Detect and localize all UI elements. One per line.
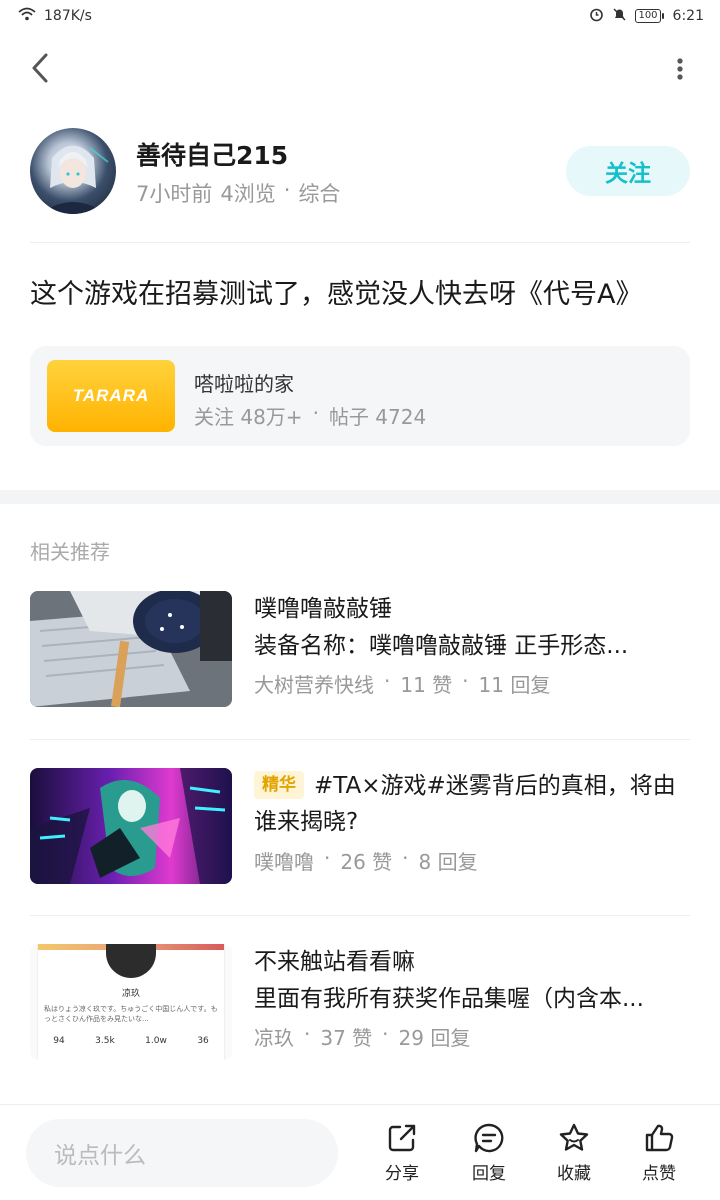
share-label: 分享 [385, 1164, 419, 1184]
status-bar: 187K/s 100 6:21 [0, 0, 720, 32]
meta-separator: · [382, 1022, 389, 1046]
clock: 6:21 [672, 8, 704, 24]
related-item-author: 噗噜噜 [254, 850, 314, 874]
divider [30, 242, 690, 243]
bottom-action-bar: 说点什么 分享 回复 收藏 点赞 [0, 1104, 720, 1200]
related-item-likes: 11 赞 [400, 673, 453, 697]
card-avatar [106, 944, 156, 978]
section-divider [0, 490, 720, 504]
related-item[interactable]: 精华 #TA×游戏#迷雾背后的真相，将由谁来揭晓? 噗噜噜 · 26 赞 · 8 … [30, 768, 690, 884]
meta-separator: · [304, 1022, 311, 1046]
reply-label: 回复 [472, 1164, 506, 1184]
forum-separator: · [312, 401, 319, 425]
related-item-meta: 大树营养快线 · 11 赞 · 11 回复 [254, 669, 690, 698]
card-stats: 94 3.5k 1.0w 36 [38, 1036, 224, 1046]
card-bio: 私はりょう凉く玖です。ちゅうごく中国じん人です。もっとさくひん作品をみ見たいな.… [44, 1005, 218, 1023]
chevron-left-icon [32, 53, 48, 83]
related-item-text: 精华 #TA×游戏#迷雾背后的真相，将由谁来揭晓? 噗噜噜 · 26 赞 · 8 … [254, 768, 690, 875]
related-item-author: 大树营养快线 [254, 673, 374, 697]
hammer-photo-image [30, 591, 232, 707]
divider [30, 915, 690, 916]
star-icon [559, 1123, 589, 1151]
back-button[interactable] [22, 48, 58, 88]
related-heading: 相关推荐 [30, 540, 110, 564]
battery-icon: 100 [635, 9, 664, 23]
avatar-image [40, 145, 109, 214]
status-right: 100 6:21 [589, 7, 704, 26]
neon-character-image [30, 768, 232, 884]
post-time: 7小时前 [136, 182, 213, 206]
share-icon [388, 1124, 416, 1152]
related-item-thumbnail: 凉玖 私はりょう凉く玖です。ちゅうごく中国じん人です。もっとさくひん作品をみ見た… [30, 944, 232, 1060]
forum-followers: 关注 48万+ [194, 405, 303, 429]
forum-posts: 帖子 4724 [328, 405, 427, 429]
follow-button[interactable]: 关注 [566, 146, 690, 196]
mute-bell-icon [612, 7, 627, 26]
card-stat: 94 [53, 1036, 65, 1046]
author-meta: 7小时前 4浏览 · 综合 [136, 178, 340, 208]
related-item-author: 凉玖 [254, 1026, 294, 1050]
related-item-likes: 37 赞 [320, 1026, 373, 1050]
forum-card[interactable]: TARARA 嗒啦啦的家 关注 48万+ · 帖子 4724 [30, 346, 690, 446]
related-item[interactable]: 噗噜噜敲敲锤 装备名称：噗噜噜敲敲锤 正手形态... 大树营养快线 · 11 赞… [30, 591, 690, 707]
related-item-subtitle: 里面有我所有获奖作品集喔（内含本... [254, 986, 644, 1012]
card-stat: 36 [197, 1036, 209, 1046]
post-views: 4浏览 [220, 182, 276, 206]
related-item-replies: 29 回复 [398, 1026, 471, 1050]
related-item-thumbnail [30, 768, 232, 884]
comment-icon [474, 1123, 504, 1153]
related-item-title-block: 精华 #TA×游戏#迷雾背后的真相，将由谁来揭晓? [254, 768, 690, 840]
card-stat: 1.0w [145, 1036, 167, 1046]
favorite-label: 收藏 [557, 1164, 591, 1184]
meta-separator: · [462, 669, 469, 693]
forum-name: 嗒啦啦的家 [194, 372, 294, 396]
related-item-replies: 11 回复 [478, 673, 551, 697]
share-button[interactable]: 分享 [372, 1121, 432, 1184]
related-item-replies: 8 回复 [418, 850, 478, 874]
related-item-thumbnail [30, 591, 232, 707]
related-item-subtitle: 装备名称：噗噜噜敲敲锤 正手形态... [254, 633, 629, 659]
alarm-icon [589, 7, 604, 26]
related-item-text: 不来触站看看嘛 里面有我所有获奖作品集喔（内含本... 凉玖 · 37 赞 · … [254, 944, 690, 1051]
meta-separator: · [283, 178, 291, 202]
more-vertical-icon [677, 58, 683, 80]
forum-stats: 关注 48万+ · 帖子 4724 [194, 401, 426, 430]
related-item-title: 噗噜噜敲敲锤 [254, 596, 392, 622]
author-avatar[interactable] [30, 128, 116, 214]
favorite-button[interactable]: 收藏 [544, 1121, 604, 1184]
meta-separator: · [402, 846, 409, 870]
comment-input[interactable]: 说点什么 [26, 1119, 338, 1187]
meta-separator: · [324, 846, 331, 870]
essence-badge: 精华 [254, 771, 304, 799]
thumbs-up-icon [645, 1124, 674, 1152]
related-item-text: 噗噜噜敲敲锤 装备名称：噗噜噜敲敲锤 正手形态... 大树营养快线 · 11 赞… [254, 591, 690, 698]
card-stat: 3.5k [95, 1036, 115, 1046]
reply-button[interactable]: 回复 [459, 1121, 519, 1184]
forum-logo: TARARA [47, 360, 175, 432]
profile-card-image: 凉玖 私はりょう凉く玖です。ちゅうごく中国じん人です。もっとさくひん作品をみ見た… [38, 944, 224, 1060]
divider [30, 739, 690, 740]
more-options-button[interactable] [670, 52, 690, 86]
related-item-meta: 凉玖 · 37 赞 · 29 回复 [254, 1022, 690, 1051]
related-item[interactable]: 凉玖 私はりょう凉く玖です。ちゅうごく中国じん人です。もっとさくひん作品をみ見た… [30, 944, 690, 1060]
post-category[interactable]: 综合 [298, 178, 340, 208]
card-name: 凉玖 [121, 989, 140, 999]
network-speed: 187K/s [44, 8, 92, 24]
post-title: 这个游戏在招募测试了，感觉没人快去呀《代号A》 [30, 279, 643, 310]
wifi-icon [18, 7, 36, 25]
related-item-meta: 噗噜噜 · 26 赞 · 8 回复 [254, 846, 690, 875]
related-item-title: 不来触站看看嘛 [254, 949, 415, 975]
status-left: 187K/s [18, 7, 92, 25]
related-item-title: #TA×游戏#迷雾背后的真相，将由谁来揭晓? [254, 773, 676, 835]
meta-separator: · [384, 669, 391, 693]
like-button[interactable]: 点赞 [629, 1121, 689, 1184]
like-label: 点赞 [642, 1164, 676, 1184]
related-item-likes: 26 赞 [340, 850, 393, 874]
author-name[interactable]: 善待自己215 [136, 136, 288, 172]
